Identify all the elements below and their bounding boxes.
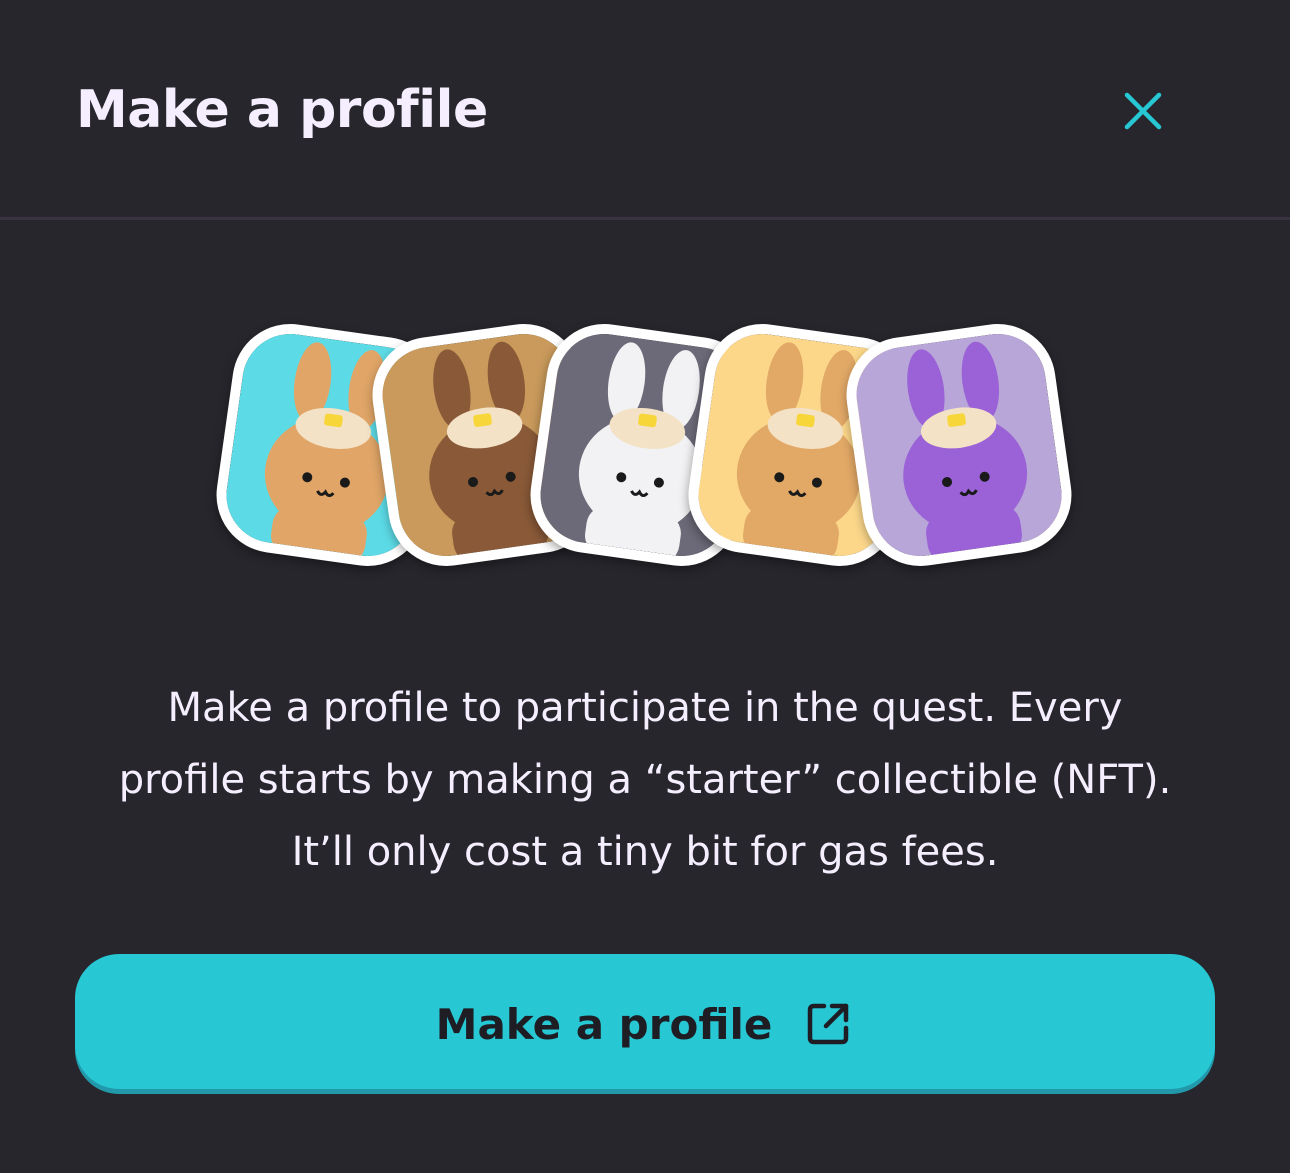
profile-description: Make a profile to participate in the que… <box>60 672 1230 888</box>
avatar-collectibles-row <box>209 316 1079 574</box>
make-profile-button[interactable]: Make a profile <box>75 954 1215 1094</box>
make-profile-button-label: Make a profile <box>435 999 773 1049</box>
close-button[interactable] <box>1112 80 1174 142</box>
close-icon <box>1124 92 1162 130</box>
description-line: Make a profile to participate in the que… <box>167 685 1123 731</box>
description-line: It’ll only cost a tiny bit for gas fees. <box>291 829 999 875</box>
external-link-icon <box>808 1003 849 1045</box>
description-line: profile starts by making a “starter” col… <box>118 757 1172 803</box>
modal-title: Make a profile <box>76 80 488 140</box>
profile-modal: Make a profile Make a profile to partici… <box>0 0 1290 1173</box>
bunny-avatar-image <box>850 327 1068 563</box>
avatar-card-purple-bunny <box>839 316 1079 574</box>
modal-header: Make a profile <box>0 0 1290 220</box>
